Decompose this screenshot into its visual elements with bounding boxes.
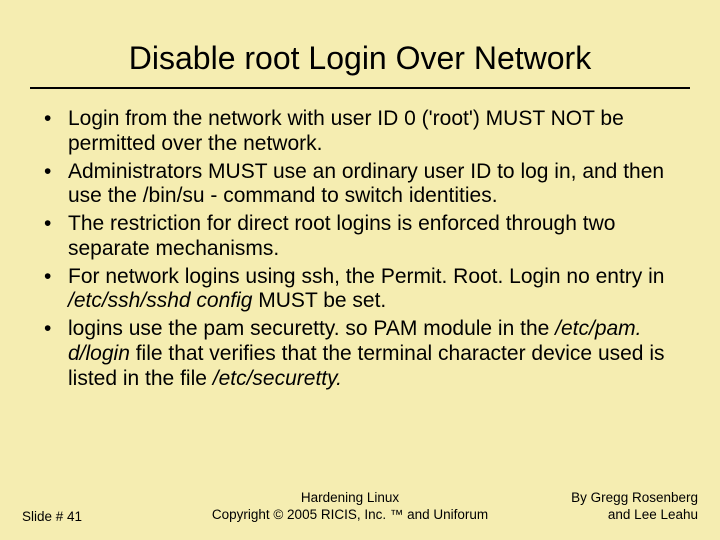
list-item: logins use the pam securetty. so PAM mod…	[44, 317, 676, 391]
bullet-text: MUST be set.	[252, 289, 386, 312]
slide-title: Disable root Login Over Network	[0, 0, 720, 87]
list-item: For network logins using ssh, the Permit…	[44, 265, 676, 315]
bullet-list: Login from the network with user ID 0 ('…	[44, 107, 676, 391]
bullet-text-italic: /etc/ssh/sshd config	[68, 289, 252, 312]
bullet-text-italic: /etc/securetty.	[213, 367, 342, 390]
author-line: and Lee Leahu	[538, 507, 698, 524]
bullet-text: Administrators MUST use an ordinary user…	[68, 160, 664, 208]
slide-body: Login from the network with user ID 0 ('…	[0, 107, 720, 391]
bullet-text: For network logins using ssh, the Permit…	[68, 265, 664, 288]
bullet-text: logins use the pam securetty. so PAM mod…	[68, 317, 555, 340]
footer-title: Hardening Linux	[162, 490, 538, 507]
slide-number: Slide # 41	[22, 509, 162, 524]
bullet-text: Login from the network with user ID 0 ('…	[68, 107, 624, 155]
footer-copyright: Copyright © 2005 RICIS, Inc. ™ and Unifo…	[162, 507, 538, 524]
author-line: By Gregg Rosenberg	[538, 490, 698, 507]
footer-authors: By Gregg Rosenberg and Lee Leahu	[538, 490, 698, 524]
footer-center: Hardening Linux Copyright © 2005 RICIS, …	[162, 490, 538, 524]
list-item: The restriction for direct root logins i…	[44, 212, 676, 262]
list-item: Administrators MUST use an ordinary user…	[44, 160, 676, 210]
title-underline	[30, 87, 690, 89]
bullet-text: The restriction for direct root logins i…	[68, 212, 615, 260]
slide-footer: Slide # 41 Hardening Linux Copyright © 2…	[0, 490, 720, 524]
list-item: Login from the network with user ID 0 ('…	[44, 107, 676, 157]
bullet-text: file that verifies that the terminal cha…	[68, 342, 664, 390]
